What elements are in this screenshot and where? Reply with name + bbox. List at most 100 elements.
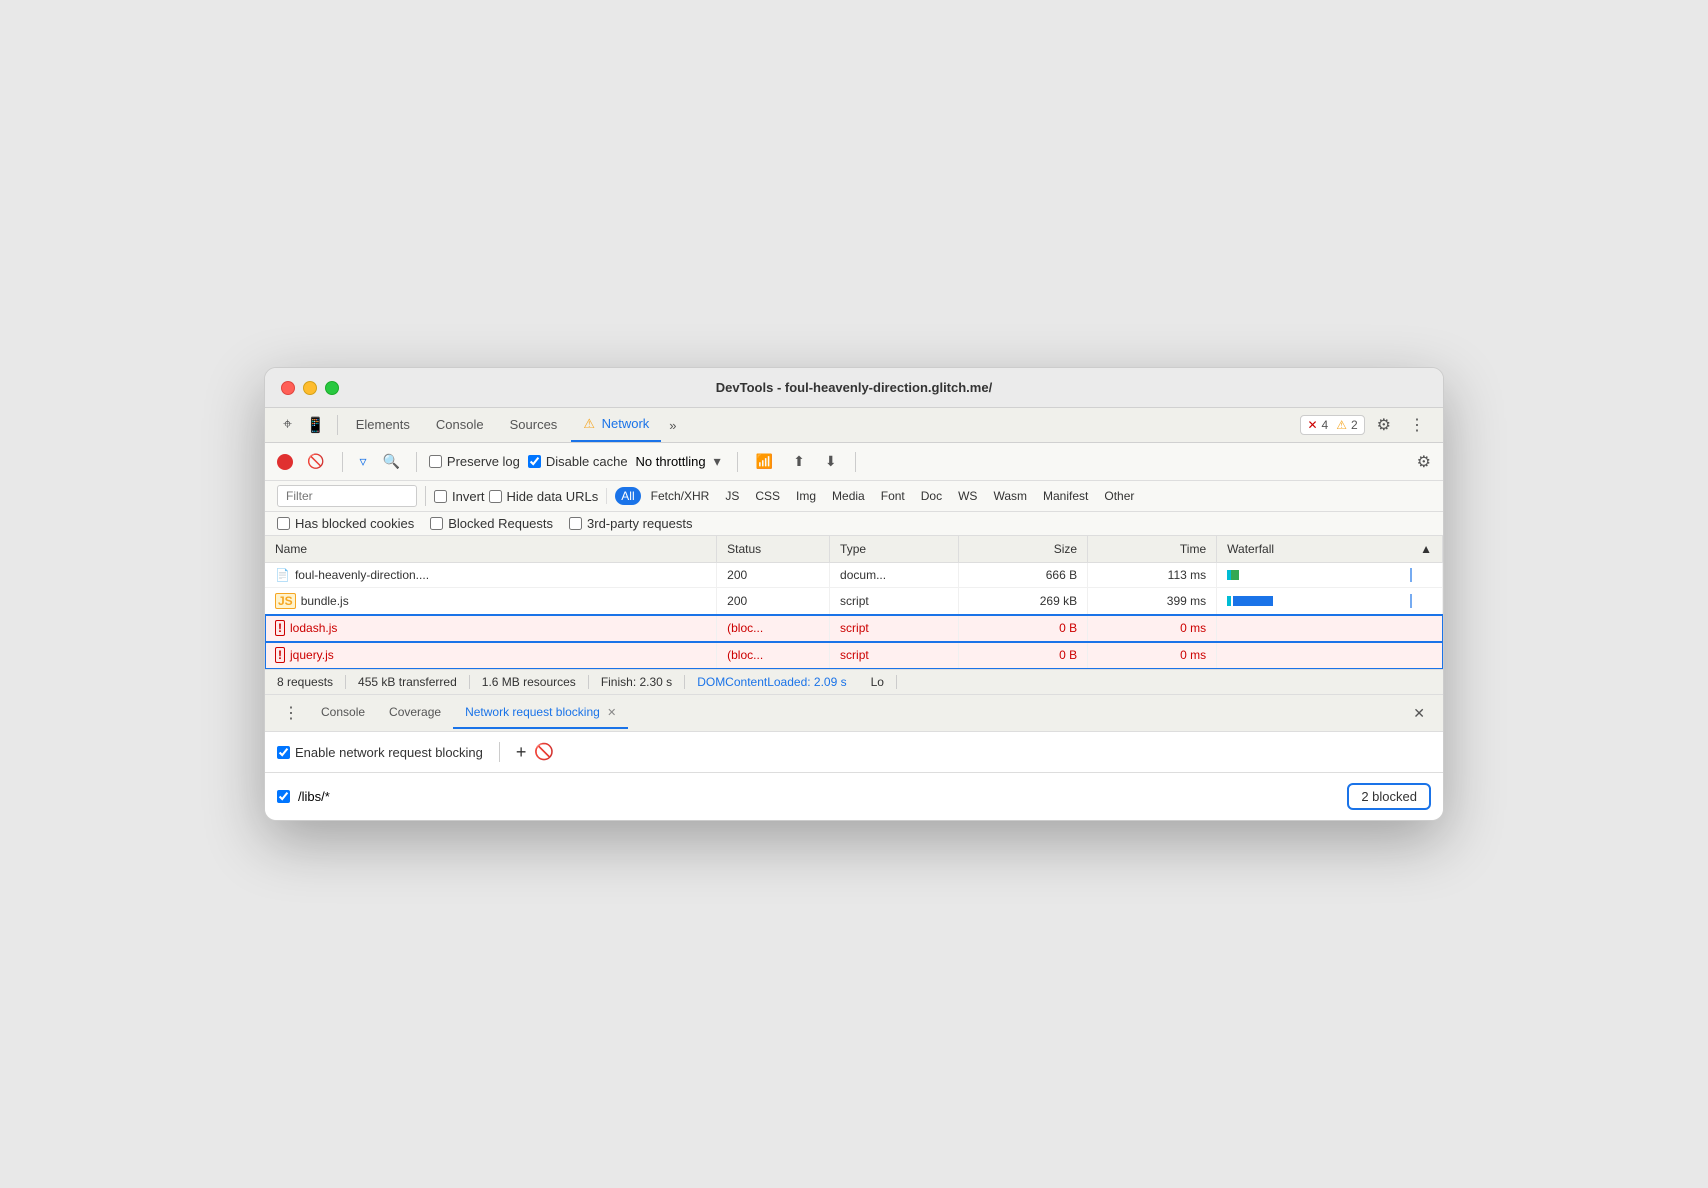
filter-wasm[interactable]: Wasm bbox=[987, 487, 1033, 505]
row-status: (bloc... bbox=[717, 642, 830, 669]
hide-data-urls-checkbox[interactable] bbox=[489, 490, 502, 503]
bottom-tab-coverage[interactable]: Coverage bbox=[377, 697, 453, 729]
row-status: (bloc... bbox=[717, 615, 830, 642]
transferred: 455 kB transferred bbox=[346, 675, 470, 689]
has-blocked-cookies-checkbox[interactable] bbox=[277, 517, 290, 530]
js-icon: JS bbox=[275, 593, 296, 609]
row-name: ! jquery.js bbox=[265, 642, 717, 669]
table-row[interactable]: ! jquery.js (bloc... script 0 B 0 ms bbox=[265, 642, 1443, 669]
bottom-tab-console[interactable]: Console bbox=[309, 697, 377, 729]
pattern-checkbox[interactable] bbox=[277, 790, 290, 803]
window-title: DevTools - foul-heavenly-direction.glitc… bbox=[716, 380, 992, 395]
block-all-icon[interactable]: 🚫 bbox=[534, 742, 554, 762]
third-party-checkbox[interactable] bbox=[569, 517, 582, 530]
tab-network[interactable]: ⚠ Network bbox=[571, 408, 661, 442]
upload-icon[interactable]: ⬆ bbox=[787, 449, 811, 474]
bottom-menu-button[interactable]: ⋮ bbox=[277, 695, 305, 731]
tab-more[interactable]: » bbox=[663, 410, 682, 441]
tab-right-actions: ✕ 4 ⚠ 2 ⚙ ⋮ bbox=[1300, 411, 1431, 439]
waterfall-sort-icon: ▲ bbox=[1420, 542, 1432, 556]
close-button[interactable] bbox=[281, 381, 295, 395]
bottom-panel-close[interactable]: ✕ bbox=[1407, 697, 1431, 730]
download-icon[interactable]: ⬇ bbox=[819, 449, 843, 474]
filter-doc[interactable]: Doc bbox=[915, 487, 948, 505]
table-row[interactable]: JS bundle.js 200 script 269 kB 399 ms bbox=[265, 588, 1443, 615]
filter-img[interactable]: Img bbox=[790, 487, 822, 505]
blocked-requests-label[interactable]: Blocked Requests bbox=[430, 516, 553, 531]
add-pattern-button[interactable]: + bbox=[516, 743, 527, 761]
col-time[interactable]: Time bbox=[1088, 536, 1217, 563]
row-name: ! lodash.js bbox=[265, 615, 717, 642]
doc-icon: 📄 bbox=[275, 568, 290, 582]
network-table: Name Status Type Size Time Waterfall ▲ bbox=[265, 536, 1443, 669]
enable-blocking-label[interactable]: Enable network request blocking bbox=[277, 745, 483, 760]
row-name: 📄 foul-heavenly-direction.... bbox=[265, 563, 717, 588]
tab-console[interactable]: Console bbox=[424, 409, 496, 442]
row-time: 0 ms bbox=[1088, 615, 1217, 642]
row-name: JS bundle.js bbox=[265, 588, 717, 615]
filter-manifest[interactable]: Manifest bbox=[1037, 487, 1094, 505]
tab-close-icon[interactable]: ✕ bbox=[607, 707, 616, 719]
blocked-count-badge: 2 blocked bbox=[1347, 783, 1431, 810]
row-waterfall bbox=[1217, 642, 1443, 669]
col-size[interactable]: Size bbox=[959, 536, 1088, 563]
filter-ws[interactable]: WS bbox=[952, 487, 983, 505]
disable-cache-checkbox[interactable] bbox=[528, 455, 541, 468]
invert-checkbox-label[interactable]: Invert bbox=[434, 489, 485, 504]
wifi-icon[interactable]: 📶 bbox=[750, 449, 779, 474]
filter-fetch-xhr[interactable]: Fetch/XHR bbox=[645, 487, 716, 505]
finish-time: Finish: 2.30 s bbox=[589, 675, 685, 689]
throttle-container: No throttling ▾ bbox=[636, 451, 725, 472]
filter-media[interactable]: Media bbox=[826, 487, 871, 505]
filter-icon[interactable]: ▿ bbox=[355, 451, 370, 472]
row-type: script bbox=[830, 642, 959, 669]
col-waterfall[interactable]: Waterfall ▲ bbox=[1217, 536, 1443, 563]
filter-all[interactable]: All bbox=[615, 487, 640, 505]
filter-css[interactable]: CSS bbox=[749, 487, 786, 505]
table-row[interactable]: ! lodash.js (bloc... script 0 B 0 ms bbox=[265, 615, 1443, 642]
network-settings-button[interactable]: ⚙ bbox=[1417, 452, 1431, 472]
throttle-dropdown[interactable]: ▾ bbox=[710, 451, 725, 472]
wf-green-bar bbox=[1231, 570, 1239, 580]
col-status[interactable]: Status bbox=[717, 536, 830, 563]
col-type[interactable]: Type bbox=[830, 536, 959, 563]
filter-font[interactable]: Font bbox=[875, 487, 911, 505]
preserve-log-label[interactable]: Preserve log bbox=[429, 454, 520, 469]
filter-other[interactable]: Other bbox=[1098, 487, 1140, 505]
record-button[interactable] bbox=[277, 454, 293, 470]
invert-checkbox[interactable] bbox=[434, 490, 447, 503]
request-count: 8 requests bbox=[277, 675, 346, 689]
bottom-tab-blocking[interactable]: Network request blocking ✕ bbox=[453, 697, 628, 729]
row-size: 0 B bbox=[959, 615, 1088, 642]
inspect-tool[interactable]: ⌖ bbox=[277, 412, 298, 438]
stop-recording-button[interactable]: 🚫 bbox=[301, 449, 330, 474]
table-row[interactable]: 📄 foul-heavenly-direction.... 200 docum.… bbox=[265, 563, 1443, 588]
blocked-requests-checkbox[interactable] bbox=[430, 517, 443, 530]
filter-js[interactable]: JS bbox=[719, 487, 745, 505]
disable-cache-label[interactable]: Disable cache bbox=[528, 454, 628, 469]
blocking-pattern: /libs/* bbox=[298, 789, 330, 804]
row-status: 200 bbox=[717, 563, 830, 588]
row-status: 200 bbox=[717, 588, 830, 615]
preserve-log-checkbox[interactable] bbox=[429, 455, 442, 468]
enable-blocking-checkbox[interactable] bbox=[277, 746, 290, 759]
more-options-button[interactable]: ⋮ bbox=[1403, 411, 1431, 439]
devtools-window: DevTools - foul-heavenly-direction.glitc… bbox=[264, 367, 1444, 821]
search-icon[interactable]: 🔍 bbox=[378, 451, 403, 472]
hide-data-urls-label[interactable]: Hide data URLs bbox=[489, 489, 599, 504]
error-icon: ✕ bbox=[1307, 418, 1317, 432]
has-blocked-cookies-label[interactable]: Has blocked cookies bbox=[277, 516, 414, 531]
third-party-label[interactable]: 3rd-party requests bbox=[569, 516, 693, 531]
tab-elements[interactable]: Elements bbox=[344, 409, 422, 442]
tab-sources[interactable]: Sources bbox=[498, 409, 570, 442]
row-time: 0 ms bbox=[1088, 642, 1217, 669]
row-type: script bbox=[830, 615, 959, 642]
filter-input[interactable] bbox=[277, 485, 417, 507]
device-toolbar[interactable]: 📱 bbox=[300, 412, 331, 438]
warning-count-icon: ⚠ bbox=[1336, 418, 1347, 432]
maximize-button[interactable] bbox=[325, 381, 339, 395]
error-count: ✕ 4 ⚠ 2 bbox=[1300, 415, 1364, 435]
minimize-button[interactable] bbox=[303, 381, 317, 395]
settings-button[interactable]: ⚙ bbox=[1371, 411, 1397, 439]
col-name[interactable]: Name bbox=[265, 536, 717, 563]
